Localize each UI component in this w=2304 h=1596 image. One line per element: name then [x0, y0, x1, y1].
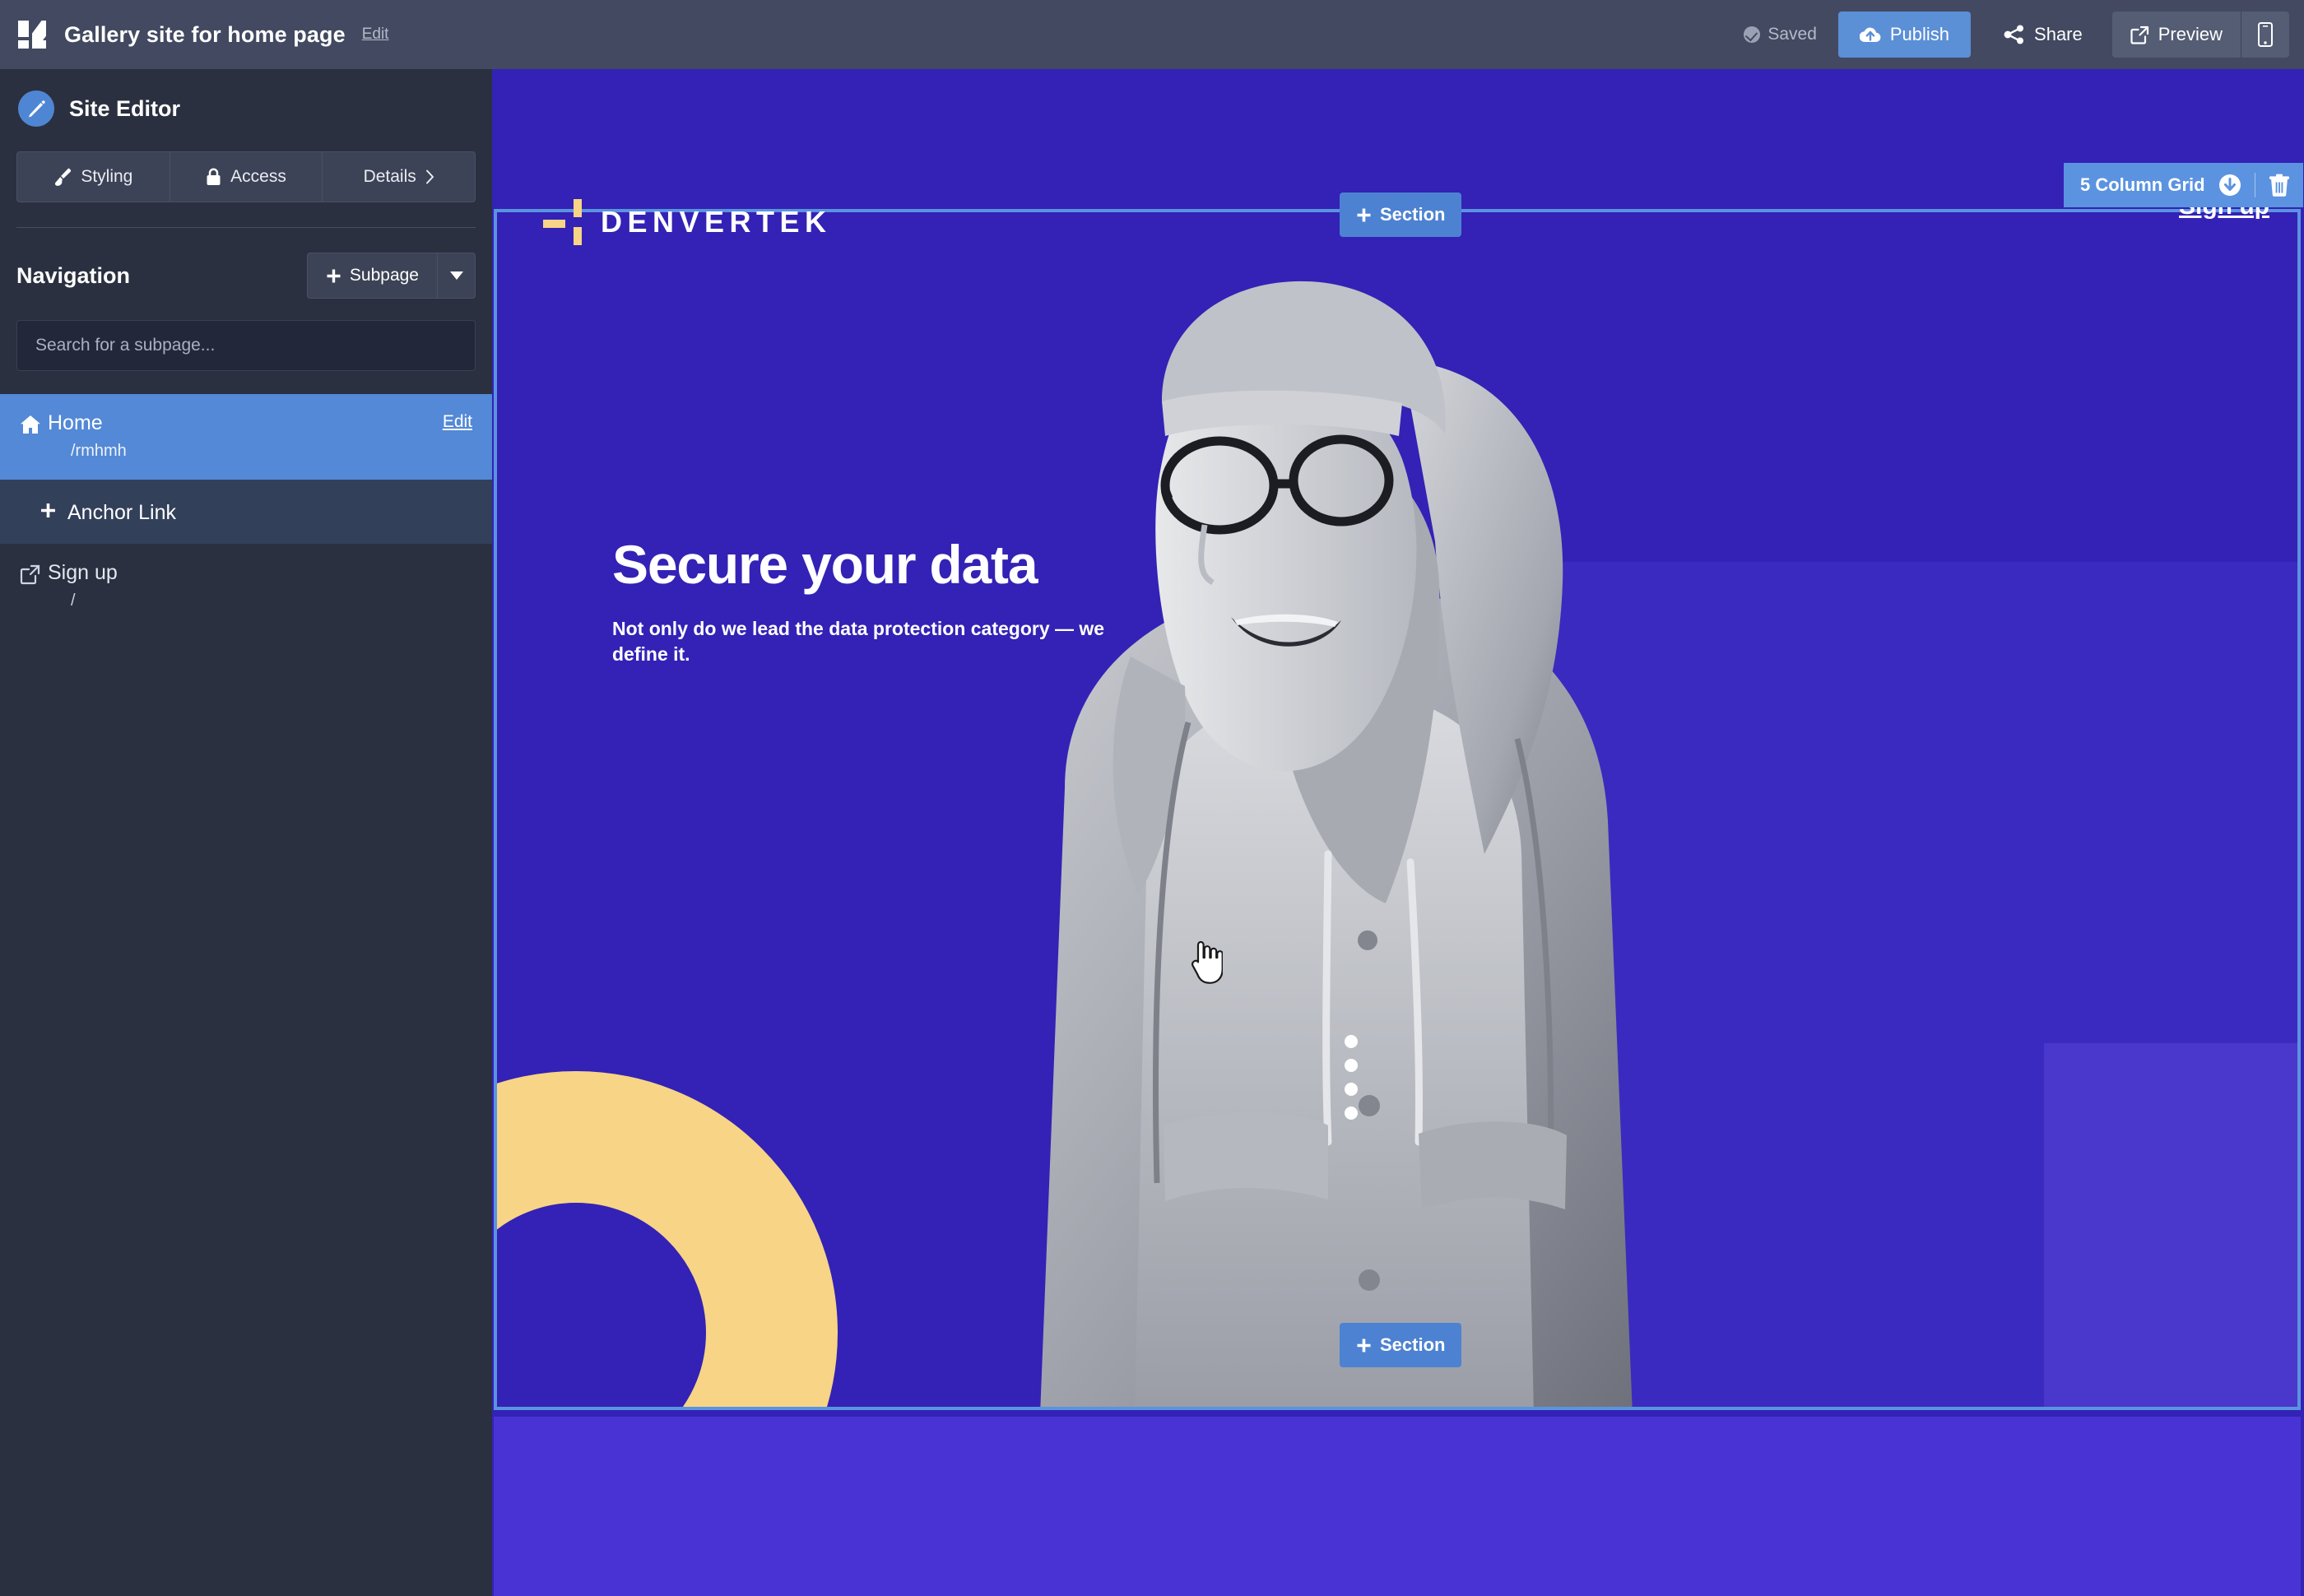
external-link-icon: [20, 564, 48, 589]
hero-title: Secure your data: [612, 534, 1038, 595]
sidebar-item-home-label: Home: [48, 411, 103, 434]
tab-details[interactable]: Details: [323, 151, 476, 202]
selected-grid-label: 5 Column Grid: [2080, 174, 2205, 195]
tab-styling-label: Styling: [81, 167, 133, 186]
tab-access[interactable]: Access: [170, 151, 323, 202]
document-title-edit-link[interactable]: Edit: [362, 26, 389, 44]
add-section-button-bottom[interactable]: Section: [1340, 1323, 1462, 1367]
chevron-right-icon: [425, 169, 434, 184]
home-icon: [20, 415, 48, 438]
mobile-preview-button[interactable]: [2241, 12, 2289, 58]
sidebar-item-anchor-link-label: Anchor Link: [67, 500, 177, 524]
sidebar-item-anchor-link[interactable]: Anchor Link: [0, 480, 492, 544]
site-brand[interactable]: DENVERTEK: [543, 199, 832, 245]
hero-copy: Secure your data Not only do we lead the…: [612, 537, 1188, 666]
add-subpage-label: Subpage: [349, 266, 419, 285]
navigation-actions: Subpage: [306, 253, 476, 299]
share-label: Share: [2034, 24, 2083, 44]
navigation-title: Navigation: [16, 262, 131, 288]
lock-icon: [207, 168, 221, 185]
share-button[interactable]: Share: [2004, 24, 2083, 45]
external-link-icon: [2130, 26, 2148, 44]
add-subpage-dropdown-button[interactable]: [438, 253, 476, 299]
sidebar-item-home[interactable]: Home /rmhmh Edit: [0, 394, 492, 480]
sidebar-item-sign-up-label: Sign up: [48, 561, 118, 584]
share-nodes-icon: [2004, 25, 2024, 44]
preview-button[interactable]: Preview: [2111, 12, 2241, 58]
sidebar-item-sign-up-path: /: [71, 592, 76, 610]
check-circle-icon: [1744, 26, 1761, 43]
publish-button[interactable]: Publish: [1837, 12, 1972, 58]
denvertek-cross-mark-icon: [543, 199, 586, 245]
sidebar-item-sign-up[interactable]: Sign up /: [0, 544, 492, 621]
app-grid-logo-icon[interactable]: [18, 21, 46, 49]
add-section-bottom-label: Section: [1380, 1334, 1446, 1355]
hero-section[interactable]: Secure your data Not only do we lead the…: [494, 209, 2301, 1410]
delete-grid-button[interactable]: [2269, 174, 2290, 197]
lower-section[interactable]: [494, 1417, 2301, 1596]
tab-access-label: Access: [230, 167, 286, 186]
top-toolbar-actions: Saved Publish Share Preview: [1744, 0, 2304, 69]
plus-icon: [1357, 1339, 1371, 1352]
preview-label: Preview: [2158, 24, 2223, 44]
pencil-icon: [18, 90, 54, 127]
sidebar-segmented-control: Styling Access Details: [16, 151, 476, 202]
sidebar-item-home-path: /rmhmh: [71, 442, 127, 461]
cloud-upload-icon: [1859, 27, 1881, 43]
selected-grid-toolbar: 5 Column Grid: [2064, 163, 2303, 207]
site-brand-name: DENVERTEK: [601, 205, 832, 239]
mobile-phone-icon: [2258, 22, 2273, 47]
publish-label: Publish: [1889, 24, 1950, 44]
site-editor-title: Site Editor: [69, 95, 181, 121]
document-title: Gallery site for home page: [64, 21, 346, 47]
plus-icon: [39, 502, 67, 523]
site-editor-sidebar: Site Editor Styling Access Details Navig…: [0, 69, 492, 1596]
add-subpage-button[interactable]: Subpage: [306, 253, 438, 299]
plus-icon: [327, 269, 341, 282]
vertical-dots-drag-handle-icon[interactable]: [1345, 1035, 1358, 1120]
sidebar-divider: [16, 227, 476, 228]
subpage-search-input[interactable]: [16, 320, 476, 371]
move-down-circle-icon: [2218, 174, 2241, 196]
hero-decorative-panel-light: [2044, 1043, 2297, 1407]
trash-icon: [2269, 174, 2289, 197]
tab-details-label: Details: [363, 167, 416, 186]
site-editor-header: Site Editor: [0, 69, 492, 127]
add-section-top-label: Section: [1380, 204, 1446, 225]
hero-photo-woman-in-hoodie: [1040, 281, 1633, 1407]
caret-down-icon: [449, 271, 463, 280]
saved-status: Saved: [1744, 25, 1817, 44]
move-grid-down-button[interactable]: [2218, 174, 2241, 197]
top-toolbar: Gallery site for home page Edit Saved Pu…: [0, 0, 2304, 69]
add-section-button-top[interactable]: Section: [1340, 193, 1462, 237]
plus-icon: [1357, 208, 1371, 221]
hero-decorative-arc: [497, 1071, 838, 1407]
navigation-header: Navigation Subpage: [16, 253, 476, 299]
preview-button-group: Preview: [2111, 12, 2289, 58]
saved-label: Saved: [1767, 25, 1817, 44]
site-header: DENVERTEK Sign up: [492, 69, 2304, 245]
tab-styling[interactable]: Styling: [16, 151, 170, 202]
sidebar-item-home-edit-link[interactable]: Edit: [443, 412, 472, 432]
paintbrush-icon: [55, 168, 72, 186]
hero-subtitle: Not only do we lead the data protection …: [612, 618, 1105, 665]
